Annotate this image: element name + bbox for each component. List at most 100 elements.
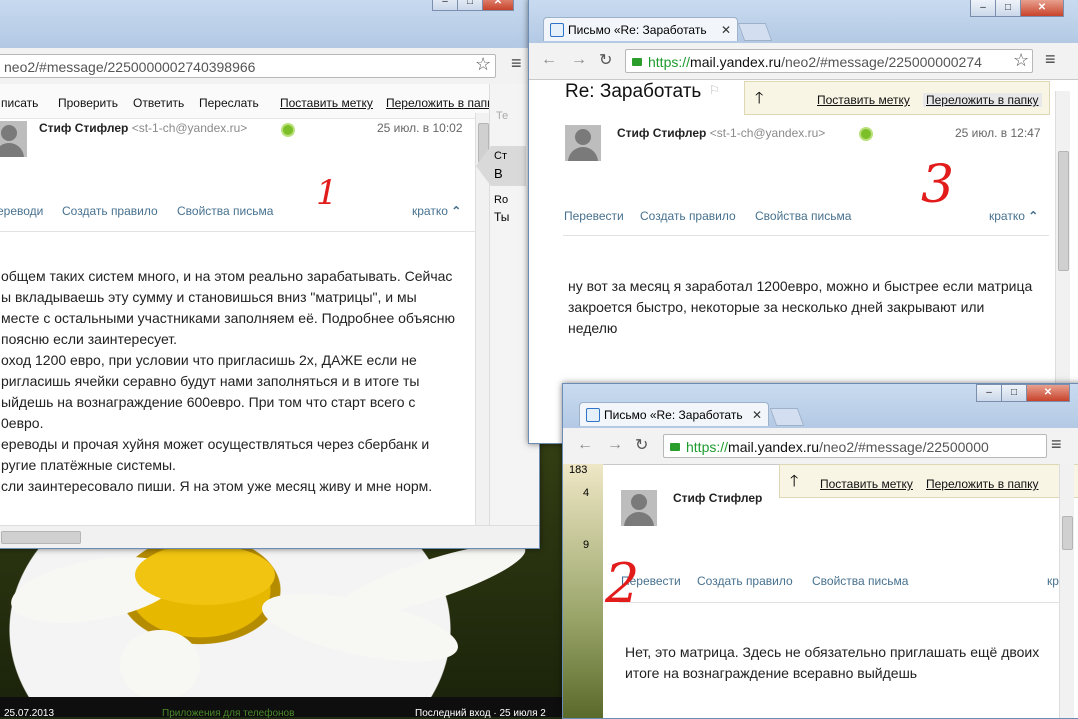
close-button[interactable]: ✕	[1026, 384, 1070, 402]
up-arrow-icon[interactable]: 🡑	[790, 470, 798, 497]
reload-icon[interactable]: ↻	[635, 435, 648, 455]
browser-tab[interactable]: Письмо «Re: Заработать ✕	[579, 402, 769, 426]
side-panel-text: Те	[496, 110, 509, 122]
window-controls: – □ ✕	[970, 0, 1064, 17]
url-text: neo2/#message/2250000002740398966	[4, 59, 256, 75]
body-line: ригласишь ячейки серавно будут нами запо…	[1, 373, 420, 389]
address-toolbar: ← → ↻ https://mail.yandex.ru/neo2/#messa…	[529, 43, 1078, 80]
translate-link[interactable]: Перевести	[564, 209, 624, 223]
message-properties-link[interactable]: Свойства письма	[812, 574, 908, 588]
avatar	[565, 125, 601, 161]
reload-icon[interactable]: ↻	[599, 50, 612, 70]
brief-toggle[interactable]: кратко ⌃	[412, 204, 461, 218]
avatar	[621, 490, 657, 526]
browser-window-1: – □ ✕ neo2/#message/2250000002740398966 …	[0, 0, 540, 549]
scrollbar-thumb[interactable]	[1, 531, 81, 544]
back-arrow-icon[interactable]: ←	[577, 436, 593, 454]
sender-name: Стиф Стифлер <st-1-ch@yandex.ru>	[39, 121, 248, 135]
set-label-button[interactable]: Поставить метку	[817, 93, 910, 107]
bookmark-star-icon[interactable]: ☆	[1013, 50, 1029, 71]
set-label-button[interactable]: Поставить метку	[280, 96, 373, 110]
create-rule-link[interactable]: Создать правило	[640, 209, 736, 223]
compose-button[interactable]: писать	[1, 96, 38, 110]
body-line: закроется быстро, некоторые за несколько…	[568, 299, 985, 315]
new-tab-button[interactable]	[769, 408, 805, 426]
reply-button[interactable]: Ответить	[133, 96, 184, 110]
side-panel-text: Ro	[494, 194, 509, 206]
taskbar-last-login: Последний вход · 25 июля 2	[415, 708, 546, 719]
body-line: ругие платёжные системы.	[1, 457, 176, 473]
handwritten-annotation: 2	[605, 552, 640, 615]
back-arrow-icon[interactable]: ←	[541, 51, 557, 69]
move-to-folder-button[interactable]: Переложить в папку	[386, 96, 499, 110]
tab-close-icon[interactable]: ✕	[752, 403, 762, 426]
move-to-folder-button[interactable]: Переложить в папку	[926, 477, 1039, 491]
set-label-button[interactable]: Поставить метку	[820, 477, 913, 491]
address-toolbar: neo2/#message/2250000002740398966 ☆ ≡	[0, 48, 539, 85]
menu-icon[interactable]: ≡	[511, 53, 522, 74]
divider	[563, 235, 1049, 236]
horizontal-scrollbar[interactable]	[0, 525, 539, 548]
message-properties-link[interactable]: Свойства письма	[177, 204, 273, 218]
floating-toolbar: 🡑 Поставить метку Переложить в папку	[744, 81, 1050, 115]
create-rule-link[interactable]: Создать правило	[697, 574, 793, 588]
translate-link[interactable]: ереводи	[0, 204, 43, 218]
url-path: /neo2/#message/225000000274	[781, 54, 982, 70]
divider	[0, 231, 475, 232]
forward-arrow-icon[interactable]: →	[607, 436, 623, 454]
taskbar-apps-link[interactable]: Приложения для телефонов	[162, 708, 294, 719]
left-sidebar-strip: 183 4 9	[563, 464, 603, 718]
body-line: итоге на вознаграждение всеравно выйдешь	[625, 665, 918, 681]
menu-icon[interactable]: ≡	[1051, 434, 1062, 455]
forward-button[interactable]: Переслать	[199, 96, 259, 110]
message-body: Нет, это матрица. Здесь не обязательно п…	[625, 642, 1075, 684]
forward-arrow-icon[interactable]: →	[571, 51, 587, 69]
side-panel-text: В	[494, 166, 503, 181]
flag-icon[interactable]: ⚐	[709, 83, 720, 97]
body-line: месте с остальными участниками заполняем…	[1, 310, 456, 326]
message-body: ну вот за месяц я заработал 1200евро, мо…	[568, 276, 1058, 339]
browser-tab[interactable]: Письмо «Re: Заработать ✕	[543, 17, 738, 41]
up-arrow-icon[interactable]: 🡑	[755, 87, 763, 114]
verified-badge-icon	[859, 127, 873, 141]
create-rule-link[interactable]: Создать правило	[62, 204, 158, 218]
window-controls: – □ ✕	[976, 384, 1070, 402]
minimize-button[interactable]: –	[976, 384, 1002, 402]
mail-favicon-icon	[586, 408, 600, 422]
tab-close-icon[interactable]: ✕	[721, 18, 731, 41]
daisy-center	[135, 545, 275, 605]
close-button[interactable]: ✕	[1020, 0, 1064, 17]
sender-email: <st-1-ch@yandex.ru>	[131, 121, 248, 135]
maximize-button[interactable]: □	[995, 0, 1021, 17]
address-bar[interactable]: https://mail.yandex.ru/neo2/#message/225…	[663, 434, 1047, 458]
scrollbar-thumb[interactable]	[1058, 151, 1069, 271]
window-frame: – □ ✕	[0, 0, 539, 48]
minimize-button[interactable]: –	[432, 0, 458, 11]
message-date: 25 июл. в 10:02	[377, 121, 463, 135]
bookmark-star-icon[interactable]: ☆	[475, 54, 491, 75]
move-to-folder-button[interactable]: Переложить в папку	[923, 93, 1042, 107]
chevron-up-icon: ⌃	[1028, 209, 1039, 223]
brief-toggle[interactable]: кр	[1047, 574, 1059, 588]
menu-icon[interactable]: ≡	[1045, 49, 1056, 70]
message-properties-link[interactable]: Свойства письма	[755, 209, 851, 223]
brief-toggle[interactable]: кратко ⌃	[989, 209, 1038, 223]
close-button[interactable]: ✕	[482, 0, 514, 11]
body-line: поясню если заинтересует.	[1, 331, 178, 347]
daisy-petal	[120, 630, 200, 700]
check-button[interactable]: Проверить	[58, 96, 118, 110]
verified-badge-icon	[281, 123, 295, 137]
address-bar[interactable]: https://mail.yandex.ru/neo2/#message/225…	[625, 49, 1033, 73]
maximize-button[interactable]: □	[1001, 384, 1027, 402]
lock-icon	[632, 58, 642, 66]
scrollbar-thumb[interactable]	[1062, 516, 1073, 550]
body-line: Нет, это матрица. Здесь не обязательно п…	[625, 644, 1040, 660]
new-tab-button[interactable]	[737, 23, 773, 41]
address-bar[interactable]: neo2/#message/2250000002740398966	[0, 54, 496, 78]
minimize-button[interactable]: –	[970, 0, 996, 17]
url-path: /neo2/#message/22500000	[819, 439, 989, 455]
scrollbar[interactable]	[1059, 464, 1074, 718]
chevron-up-icon: ⌃	[451, 204, 462, 218]
maximize-button[interactable]: □	[457, 0, 483, 11]
body-line: ну вот за месяц я заработал 1200евро, мо…	[568, 278, 1033, 294]
